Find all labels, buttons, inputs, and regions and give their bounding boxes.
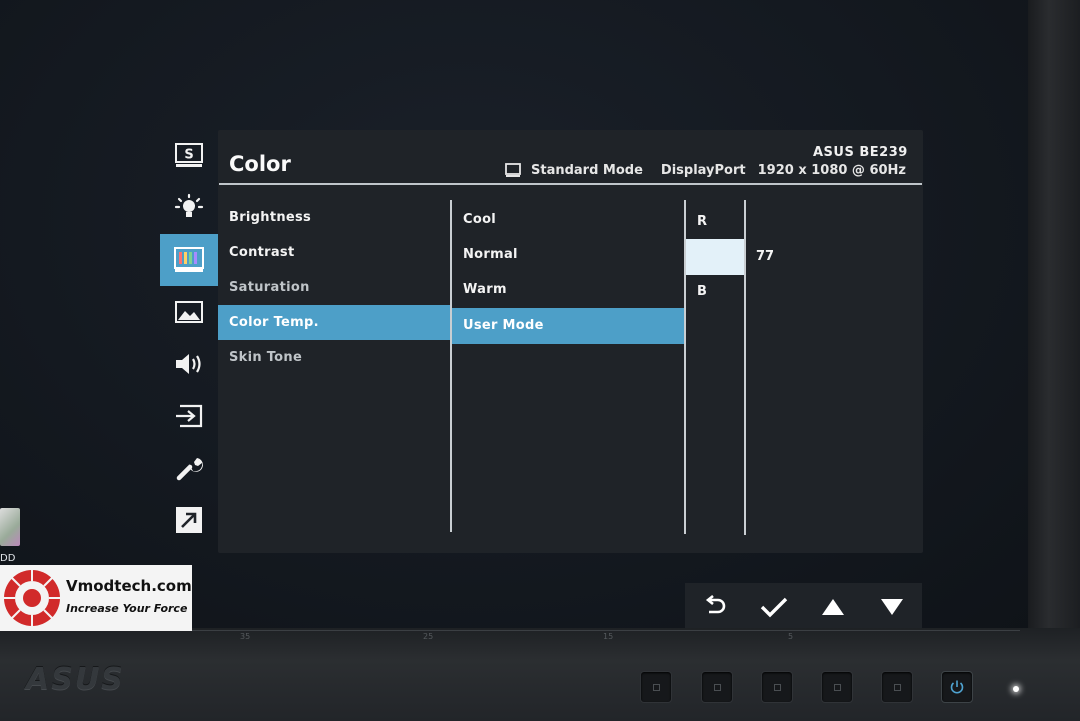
down-button[interactable] [869,587,915,627]
watermark: Vmodtech.com Increase Your Force [0,565,192,631]
hardware-button-3[interactable] [761,671,793,703]
status-row: Standard Mode DisplayPort 1920 x 1080 @ … [505,160,906,180]
hardware-button-4[interactable] [821,671,853,703]
color-temp-normal[interactable]: Normal [452,237,684,273]
image-icon [175,301,203,323]
sidebar-item-shortcut[interactable] [160,494,218,546]
page-title: Color [229,152,291,176]
monitor-icon [505,162,521,177]
mode-label: Standard Mode [531,162,643,178]
svg-text:S: S [184,148,193,163]
watermark-tagline: Increase Your Force [66,602,188,615]
brand-logo: ASUS [26,662,125,697]
confirm-button[interactable] [751,587,797,627]
sidebar-item-color[interactable] [160,234,218,286]
sidebar-item-image[interactable] [160,286,218,338]
splendid-icon: S [175,143,203,167]
confirm-icon [760,597,788,618]
model-name: ASUS BE239 [813,145,908,160]
header-divider [219,183,922,185]
menu-item-contrast[interactable]: Contrast [218,235,450,270]
shortcut-icon [176,507,202,533]
system-setup-icon [176,458,203,481]
channel-r[interactable]: R [686,204,744,240]
column-divider [744,200,746,535]
ruler-mark: 5 [788,632,794,641]
osd-sidebar: S [160,130,218,545]
sidebar-item-sound[interactable] [160,338,218,390]
down-icon [881,599,904,615]
menu-item-saturation[interactable]: Saturation [218,270,450,305]
back-icon [705,595,725,614]
channel-value: 77 [756,249,775,264]
channel-b[interactable]: B [686,274,744,310]
desktop-file-icon[interactable] [0,508,20,546]
watermark-logo-icon [4,570,60,626]
color-temp-warm[interactable]: Warm [452,272,684,308]
ruler-mark: 15 [603,632,614,641]
ruler-mark: 25 [423,632,434,641]
menu-item-skin-tone[interactable]: Skin Tone [218,340,450,375]
desktop-icon-label[interactable]: DD [0,553,15,564]
ruler-mark: 35 [240,632,251,641]
sidebar-item-system-setup[interactable] [160,442,218,494]
sidebar-item-splendid[interactable]: S [160,130,218,182]
hardware-button-2[interactable] [701,671,733,703]
color-icon [174,247,204,272]
input-label: DisplayPort [660,162,746,178]
osd-navbar [685,583,922,631]
sidebar-item-input[interactable] [160,390,218,442]
color-temp-user-mode[interactable]: User Mode [452,308,684,344]
input-select-icon [176,404,203,428]
color-temp-cool[interactable]: Cool [452,202,684,238]
bezel-right [1028,0,1080,721]
power-icon [950,680,964,694]
power-button[interactable] [941,671,973,703]
up-button[interactable] [810,587,856,627]
back-button[interactable] [692,587,738,627]
bezel-ruler: 35 25 15 5 [190,630,1020,643]
sidebar-item-blue-light[interactable] [160,182,218,234]
watermark-title: Vmodtech.com [66,577,192,595]
power-led [1013,686,1019,692]
resolution-label: 1920 x 1080 @ 60Hz [757,162,906,178]
up-icon [822,599,845,615]
menu-item-brightness[interactable]: Brightness [218,200,450,235]
blue-light-filter-icon [174,193,204,217]
channel-g[interactable]: G [686,239,744,275]
sound-icon [176,354,201,374]
hardware-button-1[interactable] [640,671,672,703]
menu-item-color-temp[interactable]: Color Temp. [218,305,450,340]
hardware-button-5[interactable] [881,671,913,703]
